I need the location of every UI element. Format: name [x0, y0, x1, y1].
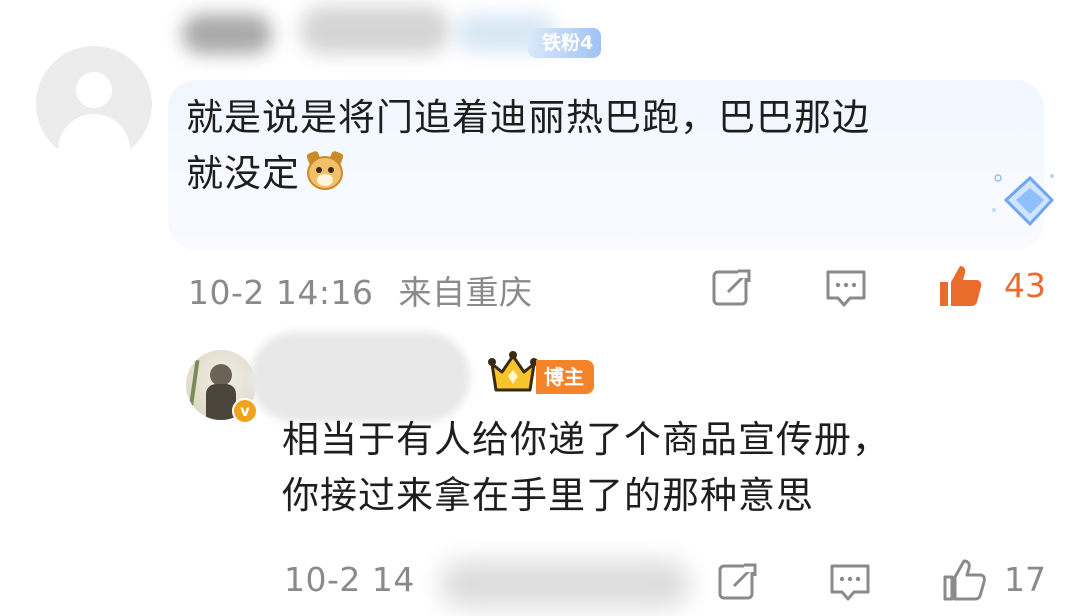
redacted-username-part	[182, 14, 272, 54]
comment-line: 就是说是将门追着迪丽热巴跑，巴巴那边	[186, 96, 870, 139]
like-count: 17	[1004, 560, 1046, 599]
avatar-body-shape	[58, 114, 130, 162]
commenter-avatar[interactable]	[36, 46, 152, 162]
comment-icon[interactable]	[828, 560, 872, 604]
redacted-location	[440, 560, 690, 608]
comment-line-with-emoji: 就没定	[186, 146, 1016, 202]
fan-level-badge[interactable]: 铁粉4	[528, 28, 602, 58]
crown-icon	[488, 351, 538, 392]
like-count: 43	[1004, 266, 1046, 305]
verified-v-icon: v	[232, 398, 258, 424]
redacted-username-part	[300, 6, 450, 54]
diamond-icon	[992, 174, 1055, 227]
comment-time: 10-2 14:16	[188, 273, 374, 312]
comment-line: 就没定	[186, 152, 300, 195]
reply-line: 你接过来拿在手里了的那种意思	[282, 474, 814, 517]
reply-line: 相当于有人给你递了个商品宣传册，	[282, 418, 890, 461]
thumbs-up-icon[interactable]	[940, 556, 988, 604]
redacted-username	[250, 332, 470, 422]
blogger-badge: 博主	[536, 360, 594, 394]
share-icon[interactable]	[710, 266, 754, 310]
comment-text: 就是说是将门追着迪丽热巴跑，巴巴那边 就没定	[186, 90, 1016, 202]
share-icon[interactable]	[716, 560, 760, 604]
reply-meta: 10-2 14	[284, 560, 415, 599]
comment-icon[interactable]	[824, 266, 868, 310]
thumbs-up-icon[interactable]	[936, 262, 984, 310]
reply-time: 10-2 14	[284, 560, 415, 599]
avatar-head-shape	[76, 72, 112, 108]
comment-meta: 10-2 14:16 来自重庆	[188, 266, 533, 314]
comment-location: 来自重庆	[398, 273, 533, 312]
doge-emoji-icon	[304, 150, 346, 192]
reply-text: 相当于有人给你递了个商品宣传册， 你接过来拿在手里了的那种意思	[282, 412, 1022, 524]
